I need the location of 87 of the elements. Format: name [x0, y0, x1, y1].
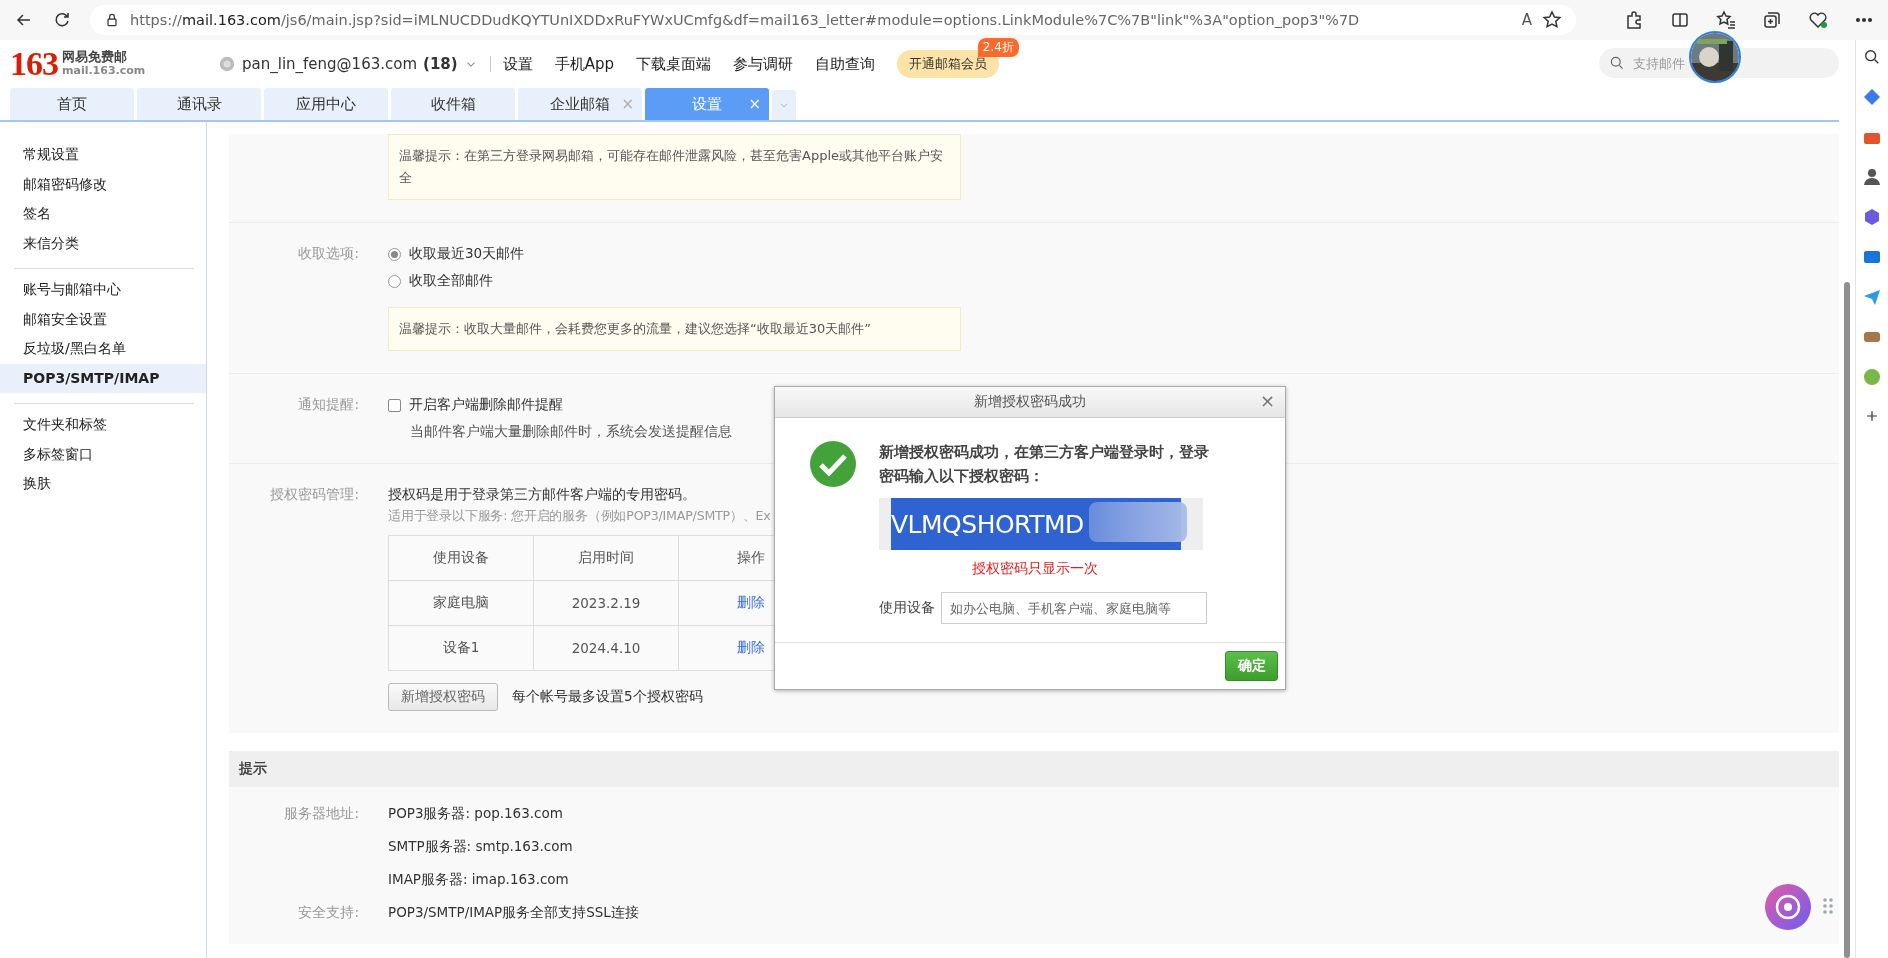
logo-number: 163 [10, 45, 58, 83]
nav-link[interactable]: 手机App [554, 54, 614, 74]
paper-plane-icon[interactable] [1863, 288, 1881, 306]
radio-button[interactable] [388, 274, 401, 288]
sidebar-item[interactable]: 邮箱安全设置 [0, 304, 206, 334]
sidebar-item[interactable]: 反垃圾/黑白名单 [0, 334, 206, 364]
hint-text: 当邮件客户端大量删除邮件时，系统会发送提醒信息 [410, 423, 732, 441]
services-text: 适用于登录以下服务: 您开启的服务（例如POP3/IMAP/SMTP）、Ex [388, 508, 771, 525]
server-text: IMAP服务器: imap.163.com [388, 871, 569, 889]
search-icon[interactable] [1863, 48, 1881, 66]
collections-icon[interactable] [1762, 10, 1782, 30]
person-icon[interactable] [1863, 168, 1881, 186]
heart-icon[interactable] [1808, 10, 1828, 30]
warning-note: 温馨提示：在第三方登录网易邮箱，可能存在邮件泄露风险，甚至危害Apple或其他平台账户安全 [388, 134, 961, 200]
field-label: 授权密码管理: [269, 486, 359, 504]
checkbox-label[interactable]: 开启客户端删除邮件提醒 [409, 396, 563, 414]
success-check-icon [809, 440, 857, 488]
field-label: 安全支持: [298, 904, 359, 920]
nav-link[interactable]: 设置 [502, 54, 533, 74]
address-bar[interactable]: https://mail.163.com/js6/main.jsp?sid=iMLNUCDDudKQYTUnIXDDxRuFYWxUCmfg&df=mail163_letter#module=options.LinkModule%7C%7B"link"%3A"option_pop3"%7D A [90, 5, 1576, 35]
table-cell: 2024.4.10 [533, 625, 679, 671]
description-text: 授权码是用于登录第三方邮件客户端的专用密码。 [388, 486, 696, 504]
assistant-button[interactable] [1765, 884, 1812, 930]
discount-badge: 2.4折 [977, 38, 1019, 57]
radio-label[interactable]: 收取全部邮件 [409, 272, 493, 290]
diamond-icon[interactable] [1863, 88, 1881, 106]
column-header: 启用时间 [533, 535, 679, 581]
url-text: https://mail.163.com/js6/main.jsp?sid=iMLNUCDDudKQYTUnIXDDxRuFYWxUCmfg&df=mail163_letter#module=options.LinkModule%7C%7B"link"%3A"option_pop3"%7D [130, 12, 1361, 28]
scrollbar-thumb[interactable] [1844, 282, 1851, 958]
tab[interactable]: 收件箱 [391, 88, 515, 120]
field-label: 使用设备 [879, 599, 935, 617]
puzzle-icon[interactable] [1624, 10, 1644, 30]
sidebar-item[interactable]: 签名 [0, 199, 206, 229]
field-label: 收取选项: [297, 245, 359, 263]
device-input[interactable]: 如办公电脑、手机客户端、家庭电脑等 [941, 592, 1207, 624]
account-name[interactable]: pan_lin_feng@163.com [242, 55, 418, 73]
table-cell: 2023.2.19 [533, 580, 679, 626]
limit-text: 每个帐号最多设置5个授权密码 [512, 688, 703, 706]
sidebar-item[interactable]: 账号与邮箱中心 [0, 275, 206, 305]
account-icon [218, 55, 236, 73]
drag-handle-icon[interactable] [1823, 898, 1834, 914]
table-cell: 家庭电脑 [388, 580, 534, 626]
plus-icon[interactable] [1864, 408, 1880, 424]
nav-link[interactable]: 参与调研 [732, 54, 793, 74]
vip-button[interactable]: 开通邮箱会员 [896, 50, 999, 78]
read-aloud-button[interactable]: A [1521, 11, 1532, 29]
checkbox[interactable] [388, 398, 401, 412]
field-label: 服务器地址: [284, 805, 359, 821]
favorites-icon[interactable] [1716, 10, 1736, 30]
tab[interactable]: 企业邮箱 × [518, 88, 642, 120]
nav-link[interactable]: 下载桌面端 [635, 54, 711, 74]
tab[interactable]: 通讯录 [137, 88, 261, 120]
server-text: SMTP服务器: smtp.163.com [388, 838, 573, 856]
section-header: 提示 [229, 751, 1840, 787]
field-label: 通知提醒: [297, 396, 359, 414]
hexagon-icon[interactable] [1863, 208, 1881, 226]
server-text: POP3/SMTP/IMAP服务全部支持SSL连接 [388, 904, 639, 922]
sidebar-item[interactable]: 常规设置 [0, 140, 206, 170]
delete-link[interactable]: 删除 [737, 639, 765, 655]
star-icon[interactable] [1542, 10, 1562, 30]
tab[interactable]: 首页 [10, 88, 134, 120]
table-cell: 设备1 [388, 625, 534, 671]
nav-link[interactable]: 自助查询 [814, 54, 875, 74]
warning-text: 授权密码只显示一次 [971, 560, 1099, 578]
dialog-message: 新增授权密码成功，在第三方客户端登录时，登录密码输入以下授权密码： [879, 443, 1209, 486]
radio-button[interactable] [388, 247, 401, 261]
sidebar-item[interactable]: 文件夹和标签 [0, 410, 206, 440]
unread-count: (18) [423, 55, 458, 73]
search-icon [1609, 55, 1626, 71]
lock-icon [104, 12, 120, 28]
warning-note: 温馨提示：收取大量邮件，会耗费您更多的流量，建议您选择“收取最近30天邮件” [388, 307, 961, 351]
split-screen-icon[interactable] [1670, 10, 1690, 30]
delete-link[interactable]: 删除 [737, 594, 765, 610]
logo-title: 网易免费邮 [62, 50, 128, 64]
close-icon[interactable]: × [1259, 390, 1275, 411]
dialog-title: 新增授权密码成功 [974, 393, 1086, 411]
radio-label[interactable]: 收取最近30天邮件 [409, 245, 525, 263]
sidebar-item[interactable]: 多标签窗口 [0, 439, 206, 469]
logo-domain: mail.163.com [62, 64, 146, 78]
tab[interactable]: 应用中心 [264, 88, 388, 120]
sidebar-item[interactable]: 换肤 [0, 469, 206, 499]
sidebar-item[interactable]: 邮箱密码修改 [0, 169, 206, 199]
add-password-button[interactable]: 新增授权密码 [388, 683, 498, 711]
server-text: POP3服务器: pop.163.com [388, 805, 563, 823]
sidebar-item[interactable]: 来信分类 [0, 228, 206, 258]
sidebar-item[interactable]: POP3/SMTP/IMAP [0, 363, 206, 393]
column-header: 使用设备 [388, 535, 534, 581]
